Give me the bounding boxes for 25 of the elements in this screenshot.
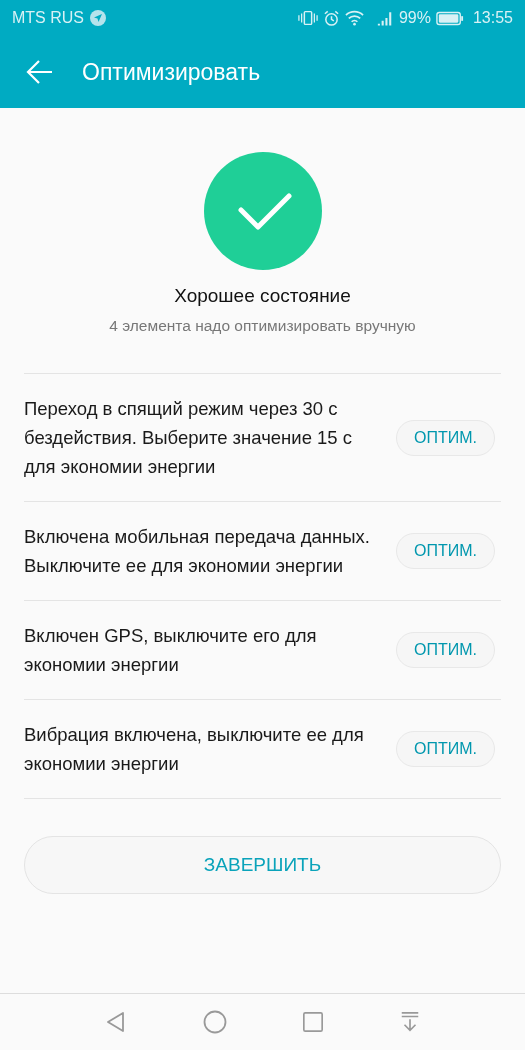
alarm-icon (322, 9, 340, 27)
wifi-icon (344, 10, 364, 26)
optimize-button[interactable]: ОПТИМ. (396, 533, 495, 569)
item-description: Переход в спящий режим через 30 с бездействия. Выберите значение 15 с для экономии энергии (24, 397, 354, 479)
item-description: Включена мобильная передача данных. Выключите ее для экономии энергии (24, 525, 371, 578)
optimize-button[interactable]: ОПТИМ. (396, 632, 495, 668)
clock-time: 13:55 (472, 9, 513, 27)
item-description: Вибрация включена, выключите ее для экономии энергии (24, 723, 365, 776)
screen-title: Оптимизировать (82, 58, 261, 86)
item-description: Включен GPS, выключите его для экономии энергии (24, 624, 318, 677)
notification-pull-down-icon[interactable] (399, 1011, 421, 1033)
optimize-button[interactable]: ОПТИМ. (396, 731, 495, 767)
carrier-name: MTS RUS (12, 9, 84, 27)
vibrate-icon (297, 9, 318, 27)
status-subtitle: 4 элемента надо оптимизировать вручную (109, 317, 416, 335)
home-icon[interactable] (203, 1010, 227, 1034)
back-arrow-icon[interactable] (26, 58, 54, 86)
signal-icon (376, 10, 394, 26)
optimize-button[interactable]: ОПТИМ. (396, 419, 495, 456)
check-circle-icon (203, 152, 322, 270)
finish-button[interactable]: ЗАВЕРШИТЬ (24, 836, 501, 894)
battery-icon (435, 10, 464, 26)
recents-icon[interactable] (302, 1011, 324, 1033)
battery-percent: 99% (398, 9, 431, 27)
status-title: Хорошее состояние (174, 285, 351, 307)
